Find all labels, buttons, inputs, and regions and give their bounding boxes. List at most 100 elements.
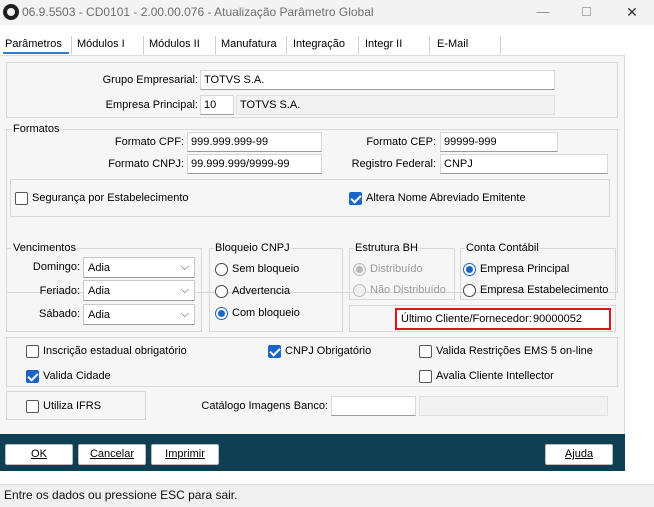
grupo-empresarial-field[interactable]: TOTVS S.A.: [200, 70, 555, 90]
tab-separator: [429, 36, 430, 54]
tab-integracao[interactable]: Integração: [293, 38, 345, 55]
estrutura-bh-title: Estrutura BH: [354, 242, 419, 254]
empresa-principal-name-field: TOTVS S.A.: [236, 95, 555, 115]
tab-strip: Parâmetros Módulos I Módulos II Manufatu…: [0, 25, 625, 56]
imprimir-button[interactable]: Imprimir: [151, 444, 219, 465]
valida-restricoes-label: Valida Restrições EMS 5 on-line: [436, 345, 593, 357]
active-tab-indicator: [3, 52, 69, 54]
radio-icon: [215, 285, 228, 298]
feriado-value: Adia: [88, 285, 111, 297]
tab-separator: [215, 36, 216, 54]
valida-cidade-label: Valida Cidade: [43, 370, 111, 382]
radio-icon: [463, 284, 476, 297]
cancelar-button[interactable]: Cancelar: [78, 444, 146, 465]
sabado-value: Adia: [88, 309, 111, 321]
radio-selected-icon: [463, 263, 476, 276]
registro-federal-field[interactable]: CNPJ: [440, 154, 608, 174]
button-bar: OK Cancelar Imprimir Ajuda: [0, 434, 625, 471]
cnpj-obrigatorio-label: CNPJ Obrigatório: [285, 345, 372, 357]
cancelar-button-label: Cancelar: [89, 448, 135, 460]
app-logo-icon: [3, 4, 19, 20]
advertencia-label: Advertencia: [232, 285, 291, 297]
seguranca-estabelecimento-label: Segurança por Estabelecimento: [32, 192, 189, 204]
empresa-principal-radio-label: Empresa Principal: [480, 263, 570, 275]
tab-separator: [358, 36, 359, 54]
tab-separator: [71, 36, 72, 54]
formato-cnpj-field[interactable]: 99.999.999/9999-99: [187, 154, 322, 174]
feriado-select[interactable]: Adia ⌵: [83, 280, 195, 301]
chevron-down-icon: ⌵: [180, 284, 189, 296]
conta-contabil-title: Conta Contábil: [465, 242, 540, 254]
close-button[interactable]: ✕: [619, 2, 645, 22]
tab-separator: [143, 36, 144, 54]
nao-distribuido-label: Não Distribuído: [370, 284, 446, 296]
domingo-value: Adia: [88, 262, 111, 274]
maximize-icon: [581, 7, 591, 16]
radio-icon: [215, 263, 228, 276]
tab-email[interactable]: E-Mail: [437, 38, 468, 55]
catalogo-imagens-field[interactable]: [331, 396, 416, 416]
registro-federal-label: Registro Federal:: [351, 158, 436, 170]
formato-cpf-field[interactable]: 999.999.999-99: [187, 132, 322, 152]
formato-cep-field[interactable]: 99999-999: [440, 132, 558, 152]
chevron-down-icon: ⌵: [180, 261, 189, 273]
catalogo-imagens-label: Catálogo Imagens Banco:: [201, 400, 328, 412]
checkbox-box: [419, 370, 432, 383]
radio-icon: [353, 284, 366, 297]
inscricao-estadual-label: Inscrição estadual obrigatório: [43, 345, 187, 357]
window-title: 06.9.5503 - CD0101 - 2.00.00.076 - Atual…: [22, 5, 374, 19]
catalogo-imagens-desc-field: [419, 396, 608, 416]
checkbox-box: [26, 400, 39, 413]
ultimo-cliente-label: Último Cliente/Fornecedor:: [401, 313, 532, 325]
title-bar: 06.9.5503 - CD0101 - 2.00.00.076 - Atual…: [0, 0, 654, 25]
tab-separator: [286, 36, 287, 54]
ajuda-button[interactable]: Ajuda: [545, 444, 613, 465]
chevron-down-icon: ⌵: [180, 308, 189, 320]
grupo-empresarial-label: Grupo Empresarial:: [102, 74, 198, 86]
empresa-estabelecimento-label: Empresa Estabelecimento: [480, 284, 609, 296]
feriado-label: Feriado:: [39, 285, 80, 297]
sabado-select[interactable]: Adia ⌵: [83, 304, 195, 325]
ultimo-cliente-value: 90000052: [533, 313, 582, 325]
bloqueio-cnpj-title: Bloqueio CNPJ: [214, 242, 291, 254]
empresa-principal-code-field[interactable]: 10: [200, 95, 234, 115]
com-bloqueio-label: Com bloqueio: [232, 307, 300, 319]
formatos-title: Formatos: [12, 123, 61, 135]
right-margin: [626, 25, 654, 471]
radio-selected-icon: [215, 307, 228, 320]
checkbox-checked-icon: [268, 345, 281, 358]
ok-button-label: OK: [31, 448, 47, 460]
checkbox-box: [419, 345, 432, 358]
utiliza-ifrs-label: Utiliza IFRS: [43, 400, 102, 412]
radio-selected-icon: [353, 263, 366, 276]
imprimir-button-label: Imprimir: [165, 448, 205, 460]
tab-separator: [500, 36, 501, 54]
formato-cnpj-label: Formato CNPJ:: [108, 158, 184, 170]
tab-manufatura[interactable]: Manufatura: [221, 38, 277, 55]
status-text: Entre os dados ou pressione ESC para sai…: [4, 488, 238, 502]
empresa-principal-label: Empresa Principal:: [105, 99, 198, 111]
checkbox-checked-icon: [26, 370, 39, 383]
minimize-button[interactable]: —: [530, 2, 556, 22]
vencimentos-title: Vencimentos: [12, 242, 77, 254]
distribuido-label: Distribuído: [370, 263, 423, 275]
checkbox-checked-icon: [349, 192, 362, 205]
maximize-button[interactable]: [573, 2, 599, 22]
sem-bloqueio-label: Sem bloqueio: [232, 263, 300, 275]
altera-nome-abreviado-label: Altera Nome Abreviado Emitente: [366, 192, 526, 204]
tab-modulos-ii[interactable]: Módulos II: [149, 38, 200, 55]
checkbox-box: [15, 192, 28, 205]
formato-cpf-label: Formato CPF:: [114, 136, 184, 148]
ajuda-button-label: Ajuda: [564, 448, 594, 460]
domingo-label: Domingo:: [32, 261, 80, 273]
ok-button[interactable]: OK: [5, 444, 73, 465]
formato-cep-label: Formato CEP:: [366, 136, 436, 148]
checkbox-box: [26, 345, 39, 358]
domingo-select[interactable]: Adia ⌵: [83, 257, 195, 278]
tab-modulos-i[interactable]: Módulos I: [77, 38, 125, 55]
status-bar: Entre os dados ou pressione ESC para sai…: [0, 484, 654, 507]
sabado-label: Sábado:: [39, 308, 80, 320]
ultimo-cliente-highlight: Último Cliente/Fornecedor: 90000052: [395, 308, 611, 330]
avalia-cliente-label: Avalia Cliente Intellector: [436, 370, 554, 382]
tab-integr-ii[interactable]: Integr II: [365, 38, 402, 55]
